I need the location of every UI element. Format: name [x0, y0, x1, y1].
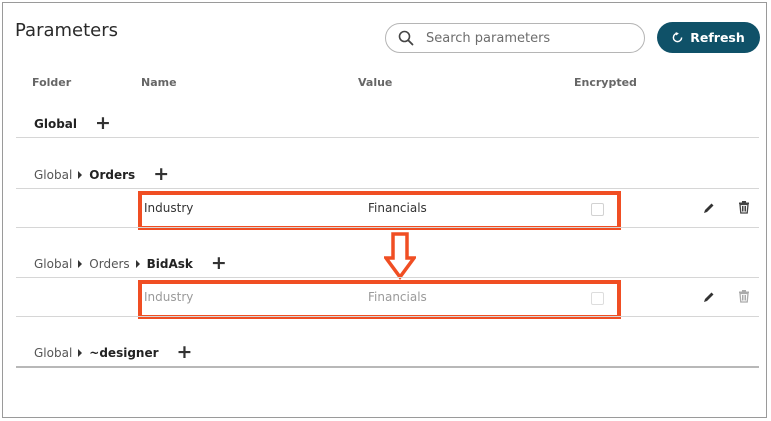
add-parameter-button[interactable]: + — [211, 254, 227, 273]
trash-icon[interactable] — [737, 289, 751, 303]
search-box[interactable] — [385, 23, 645, 53]
caret-right-icon — [78, 259, 83, 268]
highlight-box — [138, 280, 621, 319]
folder-name: BidAsk — [146, 256, 193, 271]
column-header-name: Name — [141, 76, 177, 89]
breadcrumb-segment[interactable]: Orders — [89, 257, 129, 271]
breadcrumb-segment[interactable]: Global — [34, 346, 72, 360]
folder-row-orders: Global Orders + — [34, 165, 169, 184]
column-header-folder: Folder — [32, 76, 72, 89]
add-parameter-button[interactable]: + — [153, 165, 169, 184]
search-icon — [398, 30, 414, 46]
column-header-encrypted: Encrypted — [574, 76, 637, 89]
folder-row-designer: Global ~designer + — [34, 343, 192, 362]
folder-name: ~designer — [89, 345, 159, 360]
divider — [16, 227, 759, 228]
folder-row-bidask: Global Orders BidAsk + — [34, 254, 227, 273]
add-parameter-button[interactable]: + — [177, 343, 193, 362]
edit-icon[interactable] — [702, 201, 716, 215]
divider — [16, 277, 759, 278]
caret-right-icon — [78, 170, 83, 179]
divider — [16, 137, 759, 138]
folder-name: Global — [34, 116, 78, 131]
column-header-value: Value — [358, 76, 393, 89]
refresh-icon — [672, 32, 683, 43]
arrow-down-icon — [384, 232, 416, 280]
parameters-panel: Parameters Refresh Folder Name Value Enc… — [2, 2, 767, 418]
edit-icon[interactable] — [702, 290, 716, 304]
breadcrumb-segment[interactable]: Global — [34, 168, 72, 182]
divider — [16, 316, 759, 317]
add-parameter-button[interactable]: + — [95, 114, 111, 133]
divider — [16, 366, 759, 368]
folder-name: Orders — [89, 167, 136, 182]
folder-row-global: Global + — [34, 114, 111, 133]
caret-right-icon — [135, 259, 140, 268]
refresh-button[interactable]: Refresh — [657, 22, 760, 53]
trash-icon[interactable] — [737, 200, 751, 214]
page-title: Parameters — [15, 20, 119, 41]
divider — [16, 188, 759, 189]
breadcrumb-segment[interactable]: Global — [34, 257, 72, 271]
refresh-label: Refresh — [690, 30, 745, 45]
search-input[interactable] — [426, 30, 626, 46]
highlight-box — [138, 191, 621, 230]
caret-right-icon — [78, 348, 83, 357]
